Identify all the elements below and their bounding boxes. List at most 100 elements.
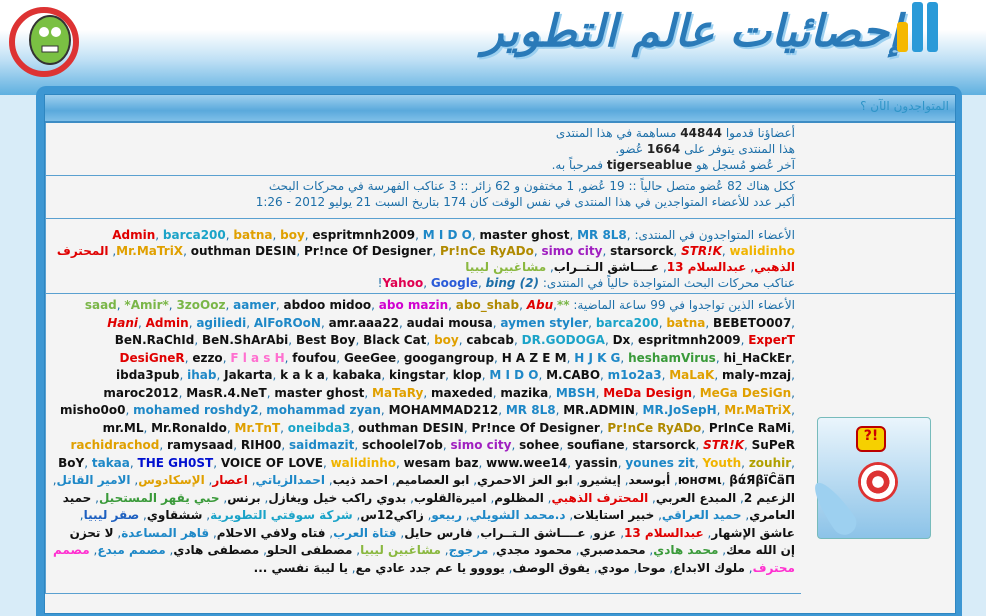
member-link[interactable]: STR!K	[681, 244, 722, 258]
member-link[interactable]: walidinho	[730, 244, 795, 258]
member-link[interactable]: Yahoo	[382, 276, 423, 290]
member-link[interactable]: عــــاشق الـتــراب	[480, 526, 585, 540]
member-link[interactable]: محمدصبري	[580, 543, 646, 557]
member-link[interactable]: master ghost	[274, 386, 364, 400]
member-link[interactable]: Google	[431, 276, 478, 290]
member-link[interactable]: H J K G	[574, 351, 620, 365]
member-link[interactable]: maly-mzaj	[722, 368, 791, 382]
member-link[interactable]: فتاه ولافي الاحلام	[217, 526, 326, 540]
member-link[interactable]: Pr!nce Of Designer	[471, 421, 599, 435]
member-link[interactable]: foufou	[292, 351, 336, 365]
member-link[interactable]: احمدالزياتي	[256, 473, 325, 487]
member-link[interactable]: bing (2)	[486, 276, 539, 290]
member-link[interactable]: Mr.MaTriX	[116, 244, 183, 258]
member-link[interactable]: ششقاوي	[147, 508, 203, 522]
member-link[interactable]: misho0o0	[60, 403, 126, 417]
member-link[interactable]: abdoo midoo	[284, 298, 372, 312]
member-link[interactable]: hi_HaCkEr	[723, 351, 791, 365]
member-link[interactable]: برنس	[227, 491, 260, 505]
member-link[interactable]: younes zit	[625, 456, 694, 470]
member-link[interactable]: الإسكادوس	[138, 473, 205, 487]
member-link[interactable]: wesam baz	[404, 456, 479, 470]
member-link[interactable]: Mr.Ronaldo	[151, 421, 227, 435]
member-link[interactable]: مرجوج	[449, 543, 489, 557]
member-link[interactable]: DR.GODOGA	[522, 333, 605, 347]
member-link[interactable]: 3zoOoz	[176, 298, 225, 312]
member-link[interactable]: ramysaad	[167, 438, 233, 452]
member-link[interactable]: AlFoROoN	[254, 316, 321, 330]
member-link[interactable]: kabaka	[333, 368, 382, 382]
member-link[interactable]: احمد ذيب	[333, 473, 388, 487]
member-link[interactable]: mohammad zyan	[266, 403, 381, 417]
member-link[interactable]: PrInCe RaMi	[709, 421, 791, 435]
member-link[interactable]: Youth	[703, 456, 742, 470]
member-link[interactable]: MaLaK	[669, 368, 714, 382]
member-link[interactable]: maxeded	[431, 386, 493, 400]
member-link[interactable]: abo mazin	[379, 298, 448, 312]
member-link[interactable]: Hani	[107, 316, 138, 330]
member-link[interactable]: BEBETO007	[713, 316, 791, 330]
member-link[interactable]: klop	[453, 368, 482, 382]
member-link[interactable]: Admin	[146, 316, 189, 330]
last-member-link[interactable]: tigerseablue	[607, 158, 692, 172]
member-link[interactable]: aymen styler	[500, 316, 588, 330]
member-link[interactable]: k a k a	[280, 368, 325, 382]
member-link[interactable]: المحترف الذهبي	[552, 491, 649, 505]
member-link[interactable]: boy	[280, 228, 305, 242]
member-link[interactable]: *Amir*	[124, 298, 168, 312]
member-link[interactable]: اميرةالقلوب	[414, 491, 487, 505]
member-link[interactable]: www.wee14	[486, 456, 567, 470]
member-link[interactable]: MOHAMMAD212	[389, 403, 499, 417]
member-link[interactable]: مصطفى الحلو	[267, 543, 353, 557]
member-link[interactable]: sohee	[519, 438, 559, 452]
member-link[interactable]: MeGa DeSiGn	[700, 386, 791, 400]
member-link[interactable]: ملوك الابداع	[673, 561, 745, 575]
member-link[interactable]: yassin	[575, 456, 618, 470]
member-link[interactable]: barca200	[163, 228, 226, 242]
member-link[interactable]: BeN.RaChId	[115, 333, 195, 347]
member-link[interactable]: takaa	[92, 456, 130, 470]
member-link[interactable]: المظلوم	[494, 491, 544, 505]
member-link[interactable]: عبدالسلام 13	[667, 260, 747, 274]
member-link[interactable]: BeN.ShArAbi	[202, 333, 288, 347]
member-link[interactable]: د.محمد الشويلي	[470, 508, 566, 522]
member-link[interactable]: MR 8L8	[506, 403, 556, 417]
member-link[interactable]: M I D O	[423, 228, 472, 242]
member-link[interactable]: m1o2a3	[608, 368, 662, 382]
member-link[interactable]: soufiane	[567, 438, 625, 452]
member-link[interactable]: outhman DESIN	[191, 244, 297, 258]
member-link[interactable]: Pr!nCe RyADo	[607, 421, 701, 435]
member-link[interactable]: mohamed roshdy2	[133, 403, 258, 417]
member-link[interactable]: Pr!nce Of Designer	[304, 244, 432, 258]
member-link[interactable]: maroc2012	[103, 386, 178, 400]
member-link[interactable]: مصمم مبدع	[97, 543, 165, 557]
member-link[interactable]: MBSH	[556, 386, 596, 400]
member-link[interactable]: THE GH0ST	[138, 456, 214, 470]
member-link[interactable]: Abu	[527, 298, 553, 312]
member-link[interactable]: outhman DESIN	[358, 421, 464, 435]
member-link[interactable]: batna	[666, 316, 705, 330]
member-link[interactable]: مودي	[598, 561, 630, 575]
member-link[interactable]: يوووو يا عم جدد عادي مع	[356, 561, 505, 575]
member-link[interactable]: F l a s H	[230, 351, 284, 365]
member-link[interactable]: abo_shab	[456, 298, 519, 312]
member-link[interactable]: walidinho	[331, 456, 396, 470]
member-link[interactable]: مشاغبين ليبيا	[465, 260, 546, 274]
member-link[interactable]: Admin	[112, 228, 155, 242]
member-link[interactable]: صقر ليبيا	[84, 508, 140, 522]
member-link[interactable]: schoolel7ob	[362, 438, 443, 452]
member-link[interactable]: يفوق الوصف	[512, 561, 590, 575]
member-link[interactable]: موحا	[637, 561, 665, 575]
member-link[interactable]: barca200	[596, 316, 659, 330]
member-link[interactable]: ابو العز الاحمري	[477, 473, 573, 487]
member-link[interactable]: юнσмι	[678, 473, 722, 487]
member-link[interactable]: starsorck	[610, 244, 673, 258]
member-link[interactable]: M I D O	[489, 368, 538, 382]
member-link[interactable]: بدوي راكب خيل ويغازل	[268, 491, 406, 505]
member-link[interactable]: βάЯβïĈäΠ	[729, 473, 795, 487]
member-link[interactable]: Jakarta	[224, 368, 272, 382]
member-link[interactable]: simo city	[451, 438, 512, 452]
member-link[interactable]: مشاغبين ليبيا	[360, 543, 441, 557]
member-link[interactable]: ابو العصاميم	[396, 473, 470, 487]
member-link[interactable]: heshamVirus	[628, 351, 716, 365]
